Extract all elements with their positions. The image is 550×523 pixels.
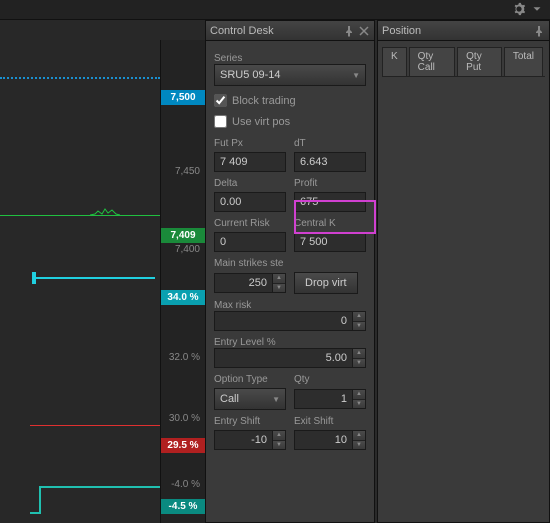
qty-label: Qty bbox=[294, 374, 366, 385]
panel-header: Position bbox=[378, 21, 549, 41]
tab-qty-put[interactable]: Qty Put bbox=[457, 47, 502, 76]
y-axis: 7,500 7,450 7,409 7,400 34.0 % 32.0 % 30… bbox=[160, 40, 205, 523]
qty-input[interactable] bbox=[294, 389, 352, 409]
use-virt-pos-input[interactable] bbox=[214, 115, 227, 128]
profit-label: Profit bbox=[294, 178, 366, 189]
bar-marker bbox=[32, 272, 36, 284]
series-line-teal bbox=[30, 485, 160, 515]
entry-shift-spinner[interactable]: ▲▼ bbox=[214, 430, 286, 450]
block-trading-label: Block trading bbox=[232, 95, 296, 107]
chart-area: 7,500 7,450 7,409 7,400 34.0 % 32.0 % 30… bbox=[0, 20, 205, 523]
entry-shift-input[interactable] bbox=[214, 430, 272, 450]
futpx-input[interactable] bbox=[214, 152, 286, 172]
current-risk-label: Current Risk bbox=[214, 218, 286, 229]
control-desk-panel: Control Desk Series SRU5 09-14 ▼ Block t… bbox=[205, 20, 375, 523]
exit-shift-spinner[interactable]: ▲▼ bbox=[294, 430, 366, 450]
axis-tick: -4.0 % bbox=[163, 478, 203, 491]
use-virt-pos-checkbox[interactable]: Use virt pos bbox=[214, 115, 366, 128]
series-combo[interactable]: SRU5 09-14 ▼ bbox=[214, 64, 366, 86]
option-type-value: Call bbox=[220, 393, 239, 405]
entry-level-spinner[interactable]: ▲▼ bbox=[214, 348, 366, 368]
spin-up-icon[interactable]: ▲ bbox=[353, 349, 365, 359]
close-icon[interactable] bbox=[358, 25, 370, 37]
panel-header: Control Desk bbox=[206, 21, 374, 41]
central-k-label: Central K bbox=[294, 218, 366, 229]
max-risk-spinner[interactable]: ▲▼ bbox=[214, 311, 366, 331]
chevron-down-icon: ▼ bbox=[272, 395, 280, 404]
current-risk-input[interactable] bbox=[214, 232, 286, 252]
profit-input[interactable] bbox=[294, 192, 366, 212]
dt-label: dT bbox=[294, 138, 366, 149]
option-type-label: Option Type bbox=[214, 374, 286, 385]
spin-down-icon[interactable]: ▼ bbox=[273, 284, 285, 293]
main-strikes-label: Main strikes ste bbox=[214, 258, 366, 269]
spin-down-icon[interactable]: ▼ bbox=[353, 322, 365, 331]
qty-spinner[interactable]: ▲▼ bbox=[294, 389, 366, 409]
pin-icon[interactable] bbox=[533, 25, 545, 37]
axis-badge: 7,500 bbox=[161, 90, 205, 105]
max-risk-input[interactable] bbox=[214, 311, 352, 331]
exit-shift-label: Exit Shift bbox=[294, 416, 366, 427]
spin-down-icon[interactable]: ▼ bbox=[353, 441, 365, 450]
series-line-red bbox=[30, 425, 160, 426]
panel-title: Control Desk bbox=[210, 25, 343, 37]
use-virt-pos-label: Use virt pos bbox=[232, 116, 290, 128]
spin-down-icon[interactable]: ▼ bbox=[353, 400, 365, 409]
tab-total[interactable]: Total bbox=[504, 47, 543, 76]
panel-title: Position bbox=[382, 25, 533, 37]
spin-up-icon[interactable]: ▲ bbox=[353, 431, 365, 441]
dt-input[interactable] bbox=[294, 152, 366, 172]
position-tabs: K Qty Call Qty Put Total bbox=[382, 47, 545, 77]
gear-icon[interactable] bbox=[512, 2, 526, 16]
entry-shift-label: Entry Shift bbox=[214, 416, 286, 427]
spin-down-icon[interactable]: ▼ bbox=[273, 441, 285, 450]
axis-badge: 7,409 bbox=[161, 228, 205, 243]
main-strikes-input[interactable] bbox=[214, 273, 272, 293]
pin-icon[interactable] bbox=[343, 25, 355, 37]
spin-up-icon[interactable]: ▲ bbox=[273, 431, 285, 441]
entry-level-label: Entry Level % bbox=[214, 337, 366, 348]
drop-virt-button[interactable]: Drop virt bbox=[294, 272, 358, 294]
tab-k[interactable]: K bbox=[382, 47, 407, 76]
chevron-down-icon: ▼ bbox=[352, 71, 360, 80]
axis-tick: 30.0 % bbox=[163, 412, 203, 425]
topbar bbox=[0, 0, 550, 20]
central-k-input[interactable] bbox=[294, 232, 366, 252]
delta-label: Delta bbox=[214, 178, 286, 189]
series-value: SRU5 09-14 bbox=[220, 69, 281, 81]
tab-qty-call[interactable]: Qty Call bbox=[409, 47, 455, 76]
spin-up-icon[interactable]: ▲ bbox=[353, 390, 365, 400]
series-label: Series bbox=[214, 53, 366, 64]
axis-badge: 34.0 % bbox=[161, 290, 205, 305]
position-panel: Position K Qty Call Qty Put Total bbox=[377, 20, 550, 523]
futpx-label: Fut Px bbox=[214, 138, 286, 149]
axis-tick: 7,450 bbox=[163, 165, 203, 178]
series-line-blue bbox=[0, 77, 160, 79]
block-trading-checkbox[interactable]: Block trading bbox=[214, 94, 366, 107]
chevron-down-icon[interactable] bbox=[530, 2, 544, 16]
main-strikes-spinner[interactable]: ▲▼ bbox=[214, 273, 286, 293]
spin-up-icon[interactable]: ▲ bbox=[273, 274, 285, 284]
delta-input[interactable] bbox=[214, 192, 286, 212]
option-type-combo[interactable]: Call ▼ bbox=[214, 388, 286, 410]
axis-badge: -4.5 % bbox=[161, 499, 205, 514]
axis-badge: 29.5 % bbox=[161, 438, 205, 453]
axis-tick: 32.0 % bbox=[163, 351, 203, 364]
entry-level-input[interactable] bbox=[214, 348, 352, 368]
spin-up-icon[interactable]: ▲ bbox=[353, 312, 365, 322]
series-line-cyan bbox=[35, 277, 155, 279]
series-line-green bbox=[0, 215, 160, 216]
max-risk-label: Max risk bbox=[214, 300, 366, 311]
spin-down-icon[interactable]: ▼ bbox=[353, 359, 365, 368]
block-trading-input[interactable] bbox=[214, 94, 227, 107]
axis-tick: 7,400 bbox=[163, 243, 203, 256]
exit-shift-input[interactable] bbox=[294, 430, 352, 450]
